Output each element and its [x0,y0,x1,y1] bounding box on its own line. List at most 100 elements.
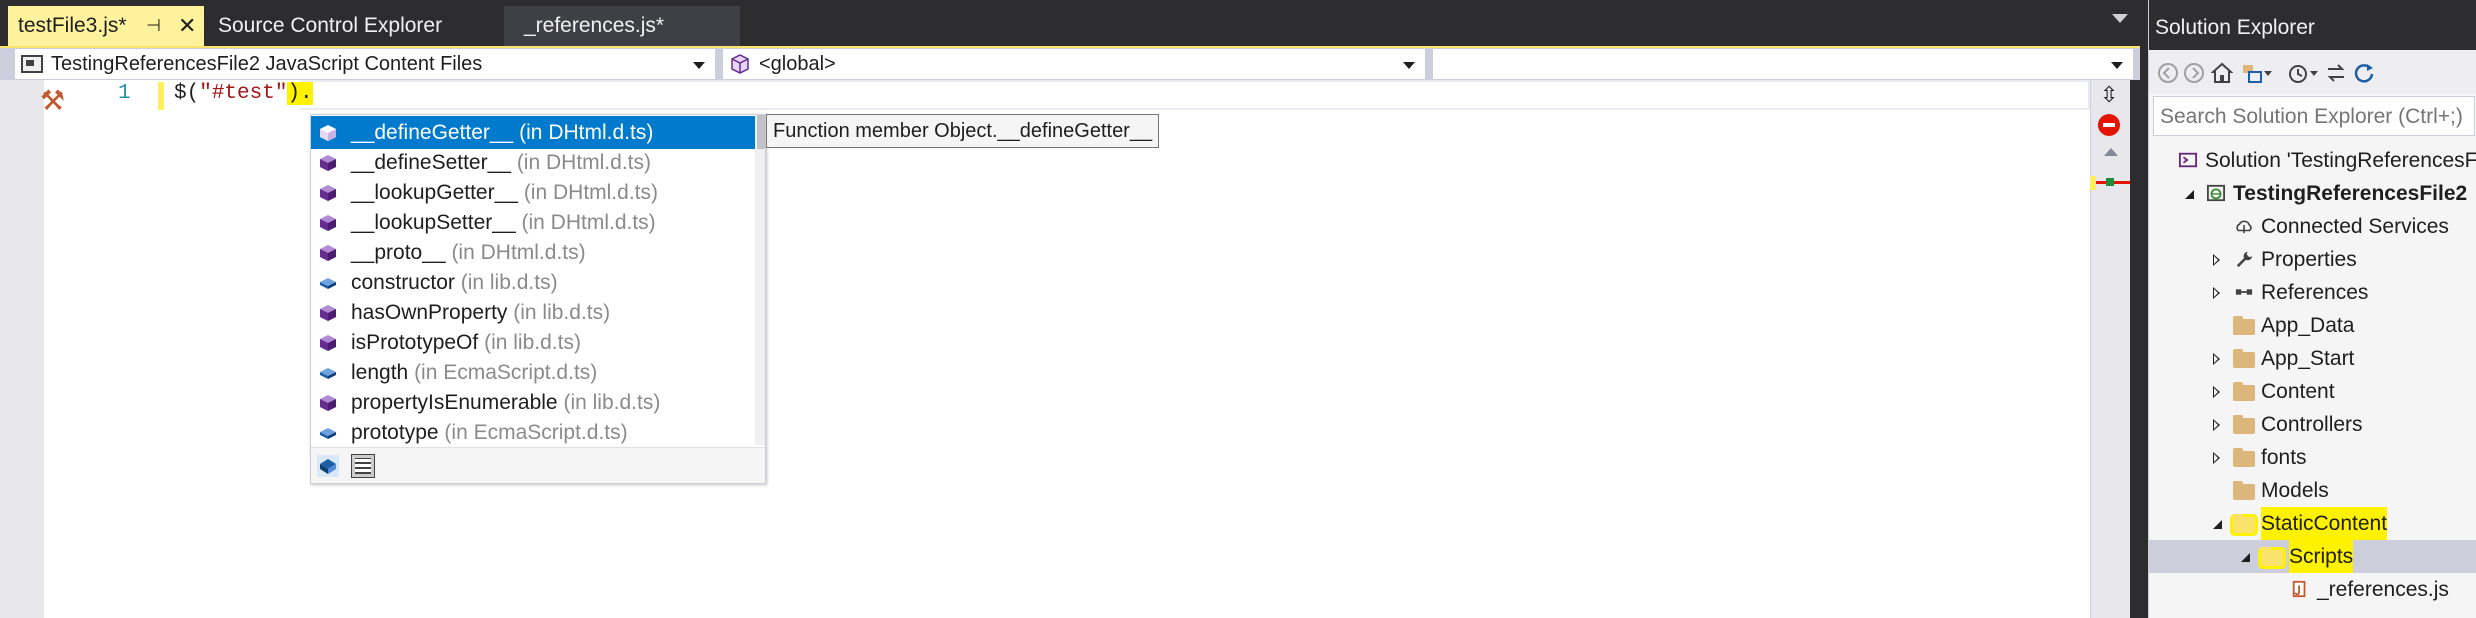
tree-item[interactable]: App_Data [2149,309,2476,342]
completion-item-name: constructor [351,271,455,294]
current-line-indicator [300,80,2090,110]
completion-item-name: __defineGetter__ [351,121,514,144]
project-icon [21,55,43,73]
method-icon [320,335,336,351]
refresh-icon[interactable] [2353,62,2375,84]
tab-references-js[interactable]: _references.js* [504,6,740,46]
tree-item-label: App_Start [2261,347,2355,370]
completion-item-name: __defineSetter__ [351,151,511,174]
tree-item-label: Solution 'TestingReferencesFi [2205,149,2476,172]
tree-item[interactable]: _references.js [2149,573,2476,606]
vertical-scrollbar[interactable] [2090,80,2130,618]
cloud-icon [2236,220,2252,234]
saved-map-marker [2106,178,2114,186]
scope-dropdown-label: <global> [759,53,836,75]
cube-icon [731,54,749,74]
tree-item[interactable]: Controllers [2149,408,2476,441]
home-icon[interactable] [2211,62,2233,84]
tree-item[interactable]: Properties [2149,243,2476,276]
completion-item[interactable]: __defineSetter__ (in DHtml.d.ts) [311,146,755,179]
search-input[interactable] [2160,103,2470,131]
completion-item[interactable]: hasOwnProperty (in lib.d.ts) [311,296,755,329]
completion-filter-bar [311,447,765,483]
tree-item[interactable]: Scripts [2149,540,2476,573]
member-filter-icon[interactable] [317,455,339,477]
field-icon [320,428,336,439]
tree-item[interactable]: Solution 'TestingReferencesFi [2149,144,2476,177]
tree-item-label: _references.js [2317,578,2449,601]
expand-arrow-icon[interactable] [2213,386,2220,398]
pending-changes-filter-icon[interactable] [2287,62,2309,84]
tree-item[interactable]: Connected Services [2149,210,2476,243]
code-highlight-token: ). [287,82,313,105]
project-dropdown[interactable]: TestingReferencesFile2 JavaScript Conten… [14,48,716,80]
panel-title: Solution Explorer [2155,16,2315,39]
expand-arrow-icon[interactable] [2213,452,2220,464]
collapse-arrow-icon[interactable] [2185,190,2194,199]
tab-overflow-dropdown-icon[interactable] [2112,14,2128,23]
pin-icon[interactable]: ⊣ [146,6,161,46]
switch-views-icon[interactable] [2241,62,2263,84]
completion-item[interactable]: constructor (in lib.d.ts) [311,266,755,299]
forward-icon[interactable] [2183,62,2205,84]
chevron-down-icon[interactable] [2309,62,2319,84]
tree-item[interactable]: App_Start [2149,342,2476,375]
chevron-down-icon[interactable] [2263,62,2273,84]
completion-item[interactable]: propertyIsEnumerable (in lib.d.ts) [311,386,755,419]
completion-item[interactable]: __lookupGetter__ (in DHtml.d.ts) [311,176,755,209]
tree-item[interactable]: fonts [2149,441,2476,474]
completion-item-source: (in lib.d.ts) [484,331,581,354]
completion-item[interactable]: prototype (in EcmaScript.d.ts) [311,416,755,449]
wrench-icon [2236,251,2253,268]
web-project-icon [2207,184,2225,202]
split-window-icon[interactable]: ⇳ [2100,82,2118,108]
scroll-up-icon[interactable] [2104,148,2118,156]
scope-dropdown[interactable]: <global> [722,48,1426,80]
back-icon[interactable] [2157,62,2179,84]
completion-item-text: length (in EcmaScript.d.ts) [351,356,597,389]
sync-with-active-document-icon[interactable] [2325,62,2347,84]
close-icon[interactable]: ✕ [178,6,196,46]
error-icon[interactable] [2098,114,2120,136]
expand-arrow-icon[interactable] [2213,353,2220,365]
completion-scrollbar-thumb[interactable] [757,115,765,149]
completion-item[interactable]: __lookupSetter__ (in DHtml.d.ts) [311,206,755,239]
tree-item-label: TestingReferencesFile2 [2233,182,2468,205]
completion-item-text: constructor (in lib.d.ts) [351,266,558,299]
completion-item[interactable]: isPrototypeOf (in lib.d.ts) [311,326,755,359]
tab-testfile3[interactable]: testFile3.js* ⊣ ✕ [8,6,204,46]
completion-item[interactable]: length (in EcmaScript.d.ts) [311,356,755,389]
collapse-arrow-icon[interactable] [2241,553,2250,562]
tree-item-label: Controllers [2261,413,2363,436]
tree-item[interactable]: TestingReferencesFile2 [2149,177,2476,210]
document-tab-strip: testFile3.js* ⊣ ✕ Source Control Explore… [0,0,2140,48]
expand-arrow-icon[interactable] [2213,254,2220,266]
expand-arrow-icon[interactable] [2213,287,2220,299]
completion-item[interactable]: __proto__ (in DHtml.d.ts) [311,236,755,269]
completion-item-name: prototype [351,421,439,444]
keyword-filter-icon[interactable] [351,454,375,478]
intellisense-completion-list[interactable]: __defineGetter__ (in DHtml.d.ts) __define… [310,114,766,484]
completion-scrollbar[interactable] [755,115,765,445]
hammer-icon[interactable]: ⚒ [40,84,65,117]
tree-item[interactable]: Models [2149,474,2476,507]
collapse-arrow-icon[interactable] [2213,520,2222,529]
tree-item[interactable]: StaticContent [2149,507,2476,540]
completion-item-source: (in DHtml.d.ts) [516,151,651,174]
expand-arrow-icon[interactable] [2213,419,2220,431]
tab-source-control-explorer[interactable]: Source Control Explorer [204,6,504,46]
folder-icon [2233,448,2255,467]
solution-explorer-search[interactable] [2153,96,2475,136]
code-line[interactable]: $("#test"). [174,82,313,105]
completion-item-source: (in lib.d.ts) [563,391,661,414]
folder-icon [2233,514,2255,533]
quick-info-tooltip: Function member Object.__defineGetter__ [766,114,1160,148]
method-icon [320,215,336,231]
tree-item-label: Connected Services [2261,215,2449,238]
field-icon [320,368,336,379]
tree-item[interactable]: References [2149,276,2476,309]
completion-item[interactable]: __defineGetter__ (in DHtml.d.ts) [311,116,755,149]
tree-item[interactable]: Content [2149,375,2476,408]
member-dropdown[interactable] [1432,48,2134,80]
completion-item-text: propertyIsEnumerable (in lib.d.ts) [351,386,660,419]
